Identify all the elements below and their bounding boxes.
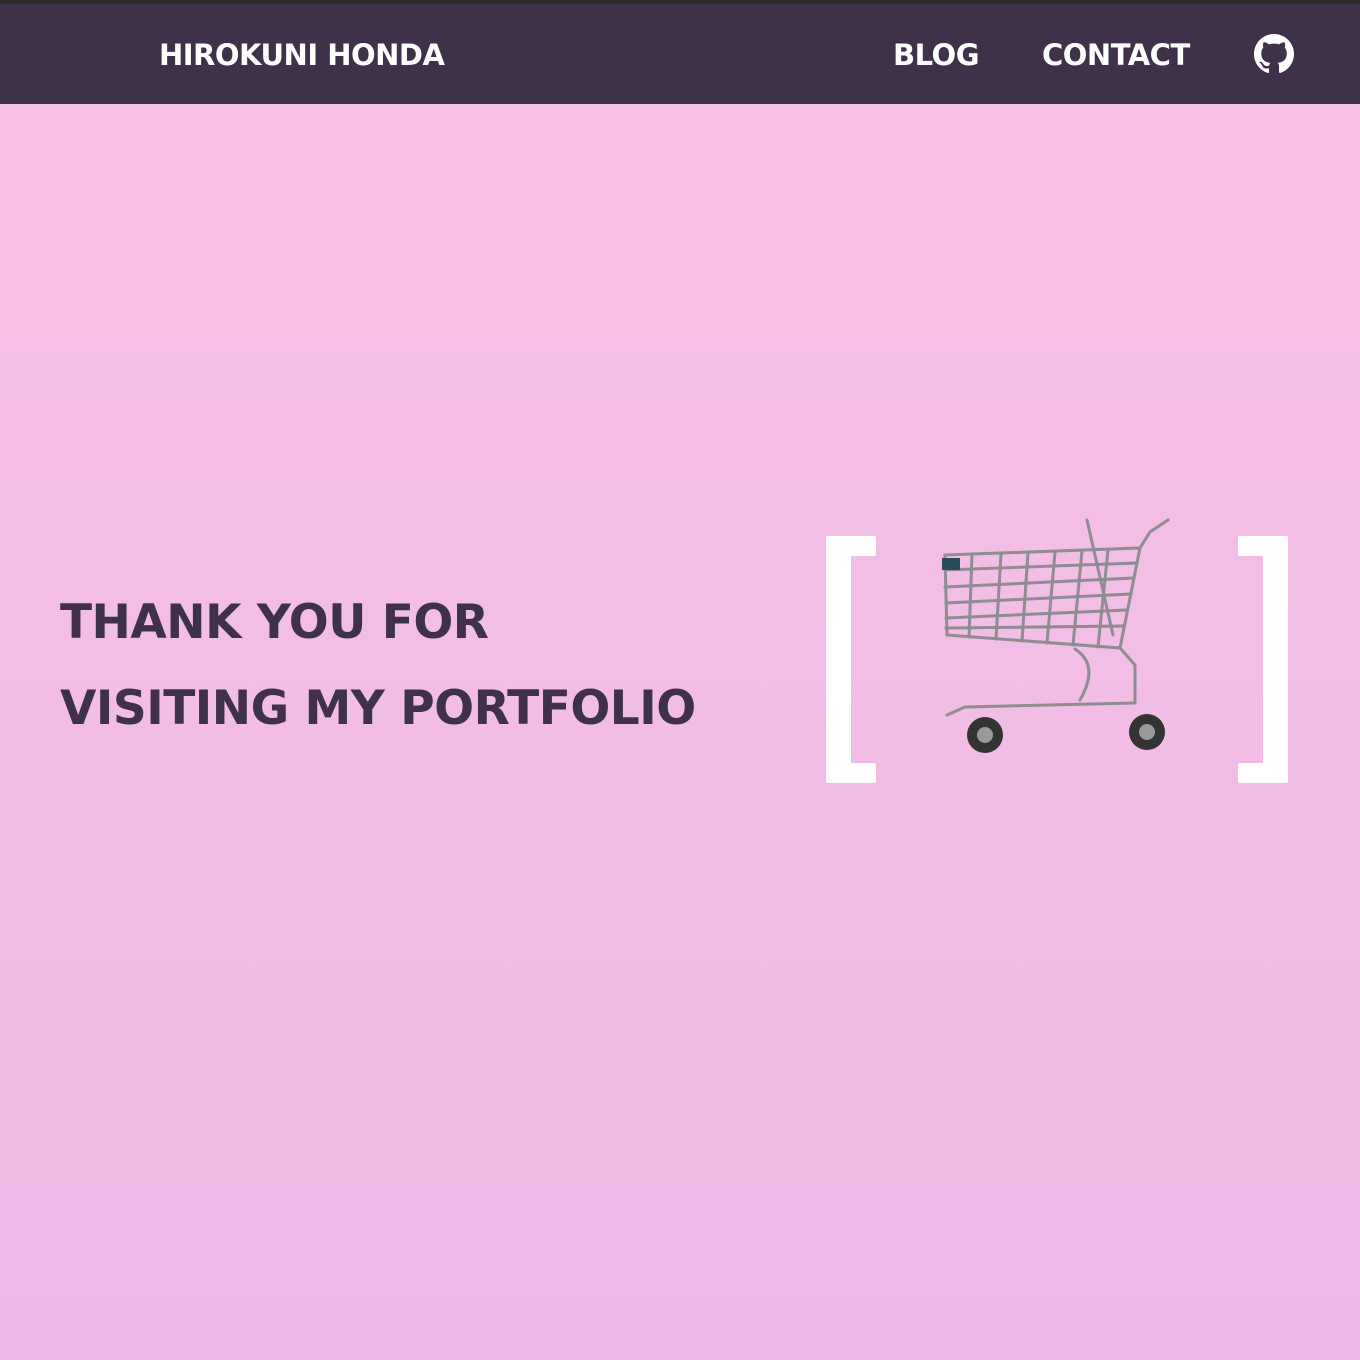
cart-wheel [1129, 714, 1165, 750]
hero-heading: THANK YOU FOR VISITING MY PORTFOLIO [60, 580, 696, 752]
shopping-cart-icon [942, 518, 1170, 753]
cart-wheel [967, 717, 1003, 753]
github-icon[interactable] [1254, 34, 1294, 74]
top-navbar: HIROKUNI HONDA BLOG CONTACT [0, 4, 1360, 104]
brand-link[interactable]: HIROKUNI HONDA [159, 38, 445, 72]
nav-link-contact[interactable]: CONTACT [1042, 38, 1190, 72]
hero-line-1: THANK YOU FOR [60, 595, 489, 650]
hero-line-2: VISITING MY PORTFOLIO [60, 681, 696, 736]
nav-link-blog[interactable]: BLOG [893, 38, 980, 72]
left-bracket [826, 536, 876, 783]
right-bracket [1238, 536, 1288, 783]
